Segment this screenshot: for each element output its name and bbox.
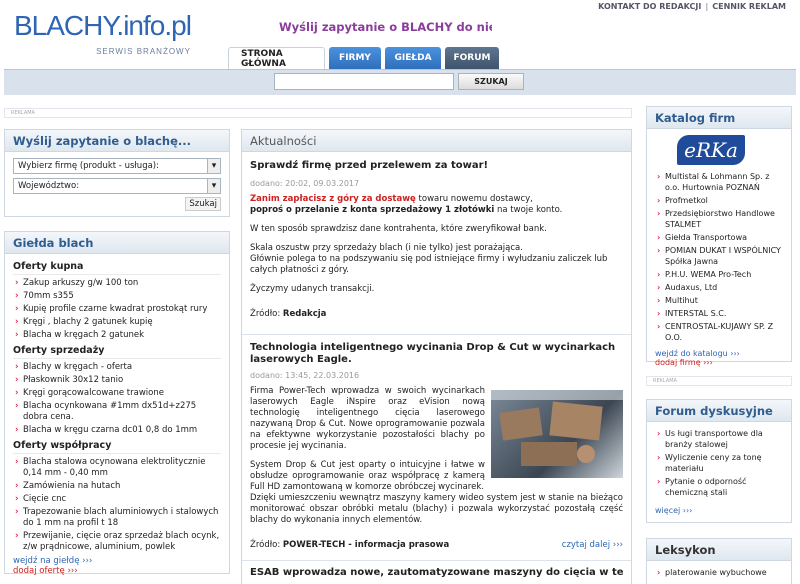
list-item[interactable]: platerowanie wybuchowe: [655, 567, 783, 578]
list-item[interactable]: Kręgi gorącowalcowane trawione: [13, 388, 221, 399]
list-item[interactable]: Wyliczenie ceny za tonę materiału: [655, 452, 783, 474]
list-item[interactable]: Giełda Transportowa: [655, 232, 783, 243]
list-item[interactable]: Multistal & Lohmann Sp. z o.o. Hurtownia…: [655, 171, 783, 193]
list-item[interactable]: Multihut: [655, 295, 783, 306]
sell-offers-list: Blachy w kręgach - oferta Płaskownik 30x…: [13, 362, 221, 436]
list-item[interactable]: Kręgi , blachy 2 gatunek kupię: [13, 317, 221, 328]
article-image[interactable]: [491, 390, 623, 478]
buy-offers-heading: Oferty kupna: [13, 261, 221, 275]
logo-subtitle: SERWIS BRANŻOWY: [96, 47, 191, 56]
logo-text: BLACHY.info.pl: [14, 10, 192, 41]
list-item[interactable]: P.H.U. WEMA Pro-Tech: [655, 269, 783, 280]
article-title[interactable]: ESAB wprowadza nowe, zautomatyzowane mas…: [250, 567, 623, 579]
add-offer-link[interactable]: dodaj ofertę ›››: [13, 566, 221, 576]
forum-more-link[interactable]: więcej ›››: [655, 506, 783, 515]
catalog-panel: Katalog firm eRKa Multistal & Lohmann Sp…: [646, 106, 792, 367]
article-date: dodano: 20:02, 09.03.2017: [250, 179, 360, 188]
ad-prices-link[interactable]: CENNIK REKLAM: [712, 2, 786, 11]
list-item[interactable]: Przedsiębiorstwo Handlowe STALMET: [655, 208, 783, 230]
main-tabs: STRONA GŁÓWNA FIRMY GIEŁDA FORUM: [228, 47, 499, 69]
tab-home[interactable]: STRONA GŁÓWNA: [228, 47, 325, 69]
list-item[interactable]: Zamówienia na hutach: [13, 481, 221, 492]
tab-companies[interactable]: FIRMY: [329, 47, 381, 69]
list-item[interactable]: Płaskownik 30x12 tanio: [13, 375, 221, 386]
promo-ticker[interactable]: Wyślij zapytanie o BLACHY do niemal 500: [279, 20, 492, 34]
list-item[interactable]: Blachy w kręgach - oferta: [13, 362, 221, 373]
sell-offers-heading: Oferty sprzedaży: [13, 345, 221, 359]
article-paragraph: Skala oszustw przy sprzedaży blach (i ni…: [250, 243, 608, 275]
list-item[interactable]: Audaxus, Ltd: [655, 282, 783, 293]
list-item[interactable]: Trapezowanie blach aluminiowych i stalow…: [13, 507, 221, 529]
article-source: Źródło: POWER-TECH - informacja prasowa: [250, 540, 450, 550]
tab-exchange[interactable]: GIEŁDA: [385, 47, 441, 69]
list-item[interactable]: Pytanie o odporność chemiczną stali: [655, 476, 783, 498]
featured-company-logo[interactable]: eRKa: [677, 135, 745, 165]
region-select[interactable]: Województwo:: [13, 178, 221, 194]
lexicon-panel: Leksykon platerowanie wybuchowe: [646, 538, 792, 584]
exchange-title: Giełda blach: [5, 232, 229, 254]
exchange-panel: Giełda blach Oferty kupna Zakup arkuszy …: [4, 231, 230, 576]
list-item[interactable]: Blacha ocynkowana #1mm dx51d+z275 dobra …: [13, 401, 221, 423]
catalog-title: Katalog firm: [647, 107, 791, 129]
news-panel: Aktualności Sprawdź firmę przed przelewe…: [241, 129, 632, 584]
coop-offers-heading: Oferty współpracy: [13, 440, 221, 454]
catalog-more-link[interactable]: wejdź do katalogu ›››: [655, 349, 783, 358]
list-item[interactable]: INTERSTAL S.C.: [655, 308, 783, 319]
forum-list: Us ługi transportowe dla branży stalowej…: [655, 428, 783, 498]
list-item[interactable]: CENTROSTAL-KUJAWY SP. Z O.O.: [655, 321, 783, 343]
buy-offers-list: Zakup arkuszy g/w 100 ton 70mm s355 Kupi…: [13, 278, 221, 341]
lexicon-list: platerowanie wybuchowe: [655, 567, 783, 578]
contact-link[interactable]: KONTAKT DO REDAKCJI: [598, 2, 701, 11]
site-logo[interactable]: BLACHY.info.pl SERWIS BRANŻOWY: [14, 10, 192, 66]
top-links: KONTAKT DO REDAKCJI | CENNIK REKLAM: [598, 2, 786, 11]
forum-panel: Forum dyskusyjne Us ługi transportowe dl…: [646, 399, 792, 523]
list-item[interactable]: POMIAN DUKAT I WSPÓLNICY Spółka Jawna: [655, 245, 783, 267]
list-item[interactable]: 70mm s355: [13, 291, 221, 302]
tab-forum[interactable]: FORUM: [445, 47, 499, 69]
article-paragraph: Dzięki umieszczeniu wewnątrz maszyny kam…: [250, 493, 623, 525]
list-item[interactable]: Us ługi transportowe dla branży stalowej: [655, 428, 783, 450]
inquiry-title: Wyślij zapytanie o blachę...: [5, 130, 229, 152]
laser-cut-parts-icon: [491, 390, 623, 466]
news-title: Aktualności: [242, 130, 631, 152]
list-item[interactable]: Blacha stalowa ocynowana elektrolityczni…: [13, 457, 221, 479]
article-paragraph: W ten sposób sprawdzisz dane kontrahenta…: [250, 224, 547, 234]
search-input[interactable]: [274, 73, 454, 90]
exchange-more-link[interactable]: wejdź na giełdę ›››: [13, 556, 221, 566]
add-company-link[interactable]: dodaj firmę ›››: [655, 358, 783, 367]
catalog-list: Multistal & Lohmann Sp. z o.o. Hurtownia…: [655, 171, 783, 343]
article-source: Źródło: Redakcja: [250, 309, 327, 319]
list-item[interactable]: Profmetkol: [655, 195, 783, 206]
coop-offers-list: Blacha stalowa ocynowana elektrolityczni…: [13, 457, 221, 553]
list-item[interactable]: Zakup arkuszy g/w 100 ton: [13, 278, 221, 289]
ad-banner-top: REKLAMA: [4, 108, 632, 118]
article-paragraph: Zanim zapłacisz z góry za dostawę towaru…: [250, 194, 563, 215]
article-footer: Źródło: POWER-TECH - informacja prasowa …: [250, 540, 623, 550]
lexicon-title: Leksykon: [647, 539, 791, 561]
search-button[interactable]: SZUKAJ: [458, 73, 524, 90]
inquiry-panel: Wyślij zapytanie o blachę... Wybierz fir…: [4, 129, 230, 217]
list-item[interactable]: Cięcie cnc: [13, 494, 221, 505]
article-paragraph: Życzymy udanych transakcji.: [250, 284, 375, 294]
article-date: dodano: 13:45, 22.03.2016: [250, 371, 360, 380]
list-item[interactable]: Blacha w kręgu czarna dc01 0,8 do 1mm: [13, 425, 221, 436]
forum-title: Forum dyskusyjne: [647, 400, 791, 422]
list-item[interactable]: Przewijanie, cięcie oraz sprzedaż blach …: [13, 531, 221, 553]
list-item[interactable]: Kupię profile czarne kwadrat prostokąt r…: [13, 304, 221, 315]
list-item[interactable]: Blacha w kręgach 2 gatunek: [13, 330, 221, 341]
read-more-link[interactable]: czytaj dalej ›››: [562, 540, 623, 550]
inquiry-search-button[interactable]: Szukaj: [185, 197, 221, 211]
ad-banner-right: REKLAMA: [646, 376, 792, 386]
article-title[interactable]: Sprawdź firmę przed przelewem za towar!: [250, 160, 623, 172]
top-links-separator: |: [705, 2, 709, 11]
article-title[interactable]: Technologia inteligentnego wycinania Dro…: [250, 342, 623, 366]
company-select[interactable]: Wybierz firmę (produkt - usługa):: [13, 158, 221, 174]
